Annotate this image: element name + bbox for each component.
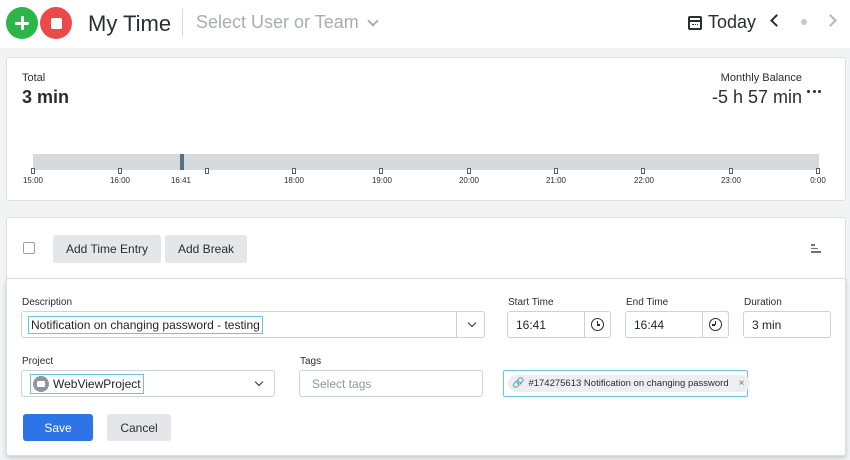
page-title: My Time (88, 11, 172, 36)
timeline-tick-label: 0:00 (810, 176, 826, 185)
link-icon: 🔗 (512, 378, 525, 389)
chevron-down-icon[interactable] (254, 377, 264, 387)
clock-icon[interactable] (709, 318, 722, 331)
timeline-tick-label: 16:41 (170, 176, 192, 185)
timeline-tick-label: 15:00 (22, 176, 44, 185)
timeline-entry-marker[interactable] (180, 154, 184, 170)
description-label: Description (22, 297, 73, 308)
timeline-tick (205, 168, 209, 174)
linked-issue-chip[interactable]: 🔗 #174275613 Notification on changing pa… (508, 375, 751, 392)
tags-placeholder: Select tags (312, 376, 372, 391)
chevron-down-icon (367, 14, 379, 27)
plus-icon (15, 16, 29, 30)
clock-icon[interactable] (591, 318, 604, 331)
total-label: Total (22, 72, 46, 84)
entries-toolbar: Add Time Entry Add Break (6, 217, 846, 279)
timeline-tick-label: 20:00 (458, 176, 480, 185)
folder-icon (33, 375, 49, 392)
end-time-value: 16:44 (634, 317, 665, 332)
summary-card: Total 3 min Monthly Balance -5 h 57 min … (6, 57, 846, 201)
linked-issue-field[interactable]: 🔗 #174275613 Notification on changing pa… (503, 370, 751, 397)
timeline-bar[interactable] (33, 154, 819, 170)
timeline-tick-label: 23:00 (720, 176, 742, 185)
add-time-entry-button[interactable]: Add Time Entry (53, 235, 162, 263)
start-time-label: Start Time (508, 297, 554, 308)
timeline-tick-label: 19:00 (371, 176, 393, 185)
chevron-right-icon[interactable] (824, 14, 837, 27)
calendar-icon (688, 15, 702, 30)
description-select[interactable]: Notification on changing password - test… (21, 311, 485, 338)
chevron-down-icon[interactable] (467, 318, 477, 328)
timeline-tick (379, 168, 383, 174)
timeline-tick (31, 168, 35, 174)
timeline-tick (118, 168, 122, 174)
dot-icon[interactable] (801, 19, 807, 25)
stop-icon (50, 17, 62, 29)
date-label: Today (708, 12, 757, 32)
timeline-tick-label: 21:00 (545, 176, 567, 185)
more-options-icon[interactable] (807, 90, 821, 94)
tags-input[interactable]: Select tags (299, 370, 483, 397)
project-select[interactable]: WebViewProject (21, 370, 275, 397)
end-time-label: End Time (626, 297, 669, 308)
duration-label: Duration (744, 297, 782, 308)
monthly-balance-value: -5 h 57 min (711, 87, 802, 107)
input-divider (584, 312, 585, 337)
time-entry-form: Description Notification on changing pas… (6, 278, 846, 456)
monthly-balance-label: Monthly Balance (720, 72, 802, 84)
stop-timer-button[interactable] (40, 7, 72, 39)
timeline-tick-label: 16:00 (109, 176, 131, 185)
timeline-tick-label: 22:00 (633, 176, 655, 185)
timeline-tick-label: 18:00 (283, 176, 305, 185)
project-value: WebViewProject (53, 376, 141, 391)
timeline-tick (729, 168, 733, 174)
input-divider (702, 312, 703, 337)
duration-input[interactable]: 3 min (743, 311, 831, 338)
cancel-button[interactable]: Cancel (107, 414, 171, 441)
description-value: Notification on changing password - test… (28, 315, 263, 334)
tags-label: Tags (300, 356, 322, 367)
sort-icon[interactable] (811, 244, 821, 253)
start-time-input[interactable]: 16:41 (507, 311, 611, 338)
timeline-tick (554, 168, 558, 174)
end-time-input[interactable]: 16:44 (625, 311, 729, 338)
timeline-tick (467, 168, 471, 174)
start-time-value: 16:41 (516, 317, 547, 332)
add-break-button[interactable]: Add Break (165, 235, 248, 263)
timeline-tick (292, 168, 296, 174)
top-bar: My Time Select User or Team Today (0, 0, 850, 48)
date-picker-button[interactable]: Today (688, 12, 756, 33)
total-value: 3 min (22, 87, 70, 107)
chevron-left-icon[interactable] (770, 14, 783, 27)
select-divider (456, 312, 457, 337)
close-icon[interactable]: × (739, 378, 745, 389)
save-button[interactable]: Save (23, 414, 93, 441)
project-value-chip: WebViewProject (30, 373, 144, 394)
duration-value: 3 min (752, 317, 782, 332)
add-entry-button[interactable] (6, 7, 38, 39)
timeline-tick (816, 168, 820, 174)
select-all-checkbox[interactable] (23, 242, 35, 254)
user-team-select-label: Select User or Team (196, 12, 359, 32)
header-divider (182, 9, 183, 37)
user-team-select[interactable]: Select User or Team (196, 12, 379, 33)
linked-issue-text: #174275613 Notification on changing pass… (528, 378, 729, 389)
project-label: Project (22, 356, 54, 367)
timeline-tick (641, 168, 645, 174)
